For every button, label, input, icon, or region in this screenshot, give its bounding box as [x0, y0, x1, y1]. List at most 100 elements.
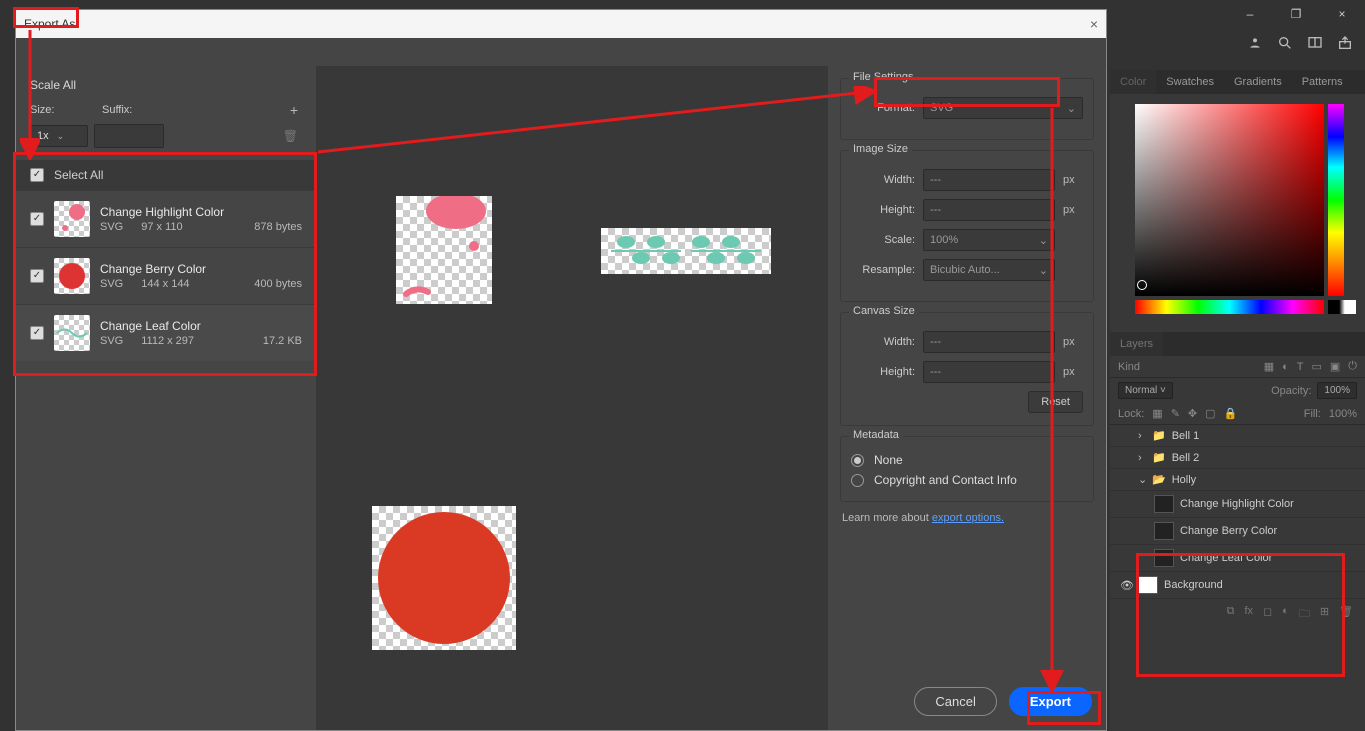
filter-type-icon[interactable]: T [1297, 361, 1304, 373]
format-select[interactable]: SVG⌄ [923, 97, 1083, 119]
new-layer-icon[interactable]: ⊞ [1320, 605, 1329, 624]
color-cursor [1137, 280, 1147, 290]
asset-thumb [54, 201, 90, 237]
export-left-pane: Scale All Size: Suffix: + 1x⌄ 🗑 Select A… [16, 66, 316, 730]
adjustment-icon[interactable]: ◐ [1282, 605, 1289, 624]
export-as-dialog: Export As × Scale All Size: Suffix: + 1x… [16, 10, 1106, 730]
share-icon[interactable] [1337, 35, 1353, 51]
imgsize-height-input[interactable]: --- [923, 199, 1055, 221]
remove-scale-button[interactable]: 🗑 [279, 129, 302, 143]
tab-gradients[interactable]: Gradients [1224, 70, 1292, 94]
asset-row[interactable]: Change Berry Color SVG144 x 144400 bytes [16, 247, 316, 304]
imgsize-width-input[interactable]: --- [923, 169, 1055, 191]
layer-row[interactable]: ›📁Bell 1 [1110, 425, 1365, 447]
tab-patterns[interactable]: Patterns [1292, 70, 1353, 94]
color-panel [1110, 94, 1365, 326]
layer-row[interactable]: Change Berry Color [1110, 518, 1365, 545]
asset-row[interactable]: Change Highlight Color SVG97 x 110878 by… [16, 190, 316, 247]
tab-swatches[interactable]: Swatches [1156, 70, 1224, 94]
export-button[interactable]: Export [1009, 687, 1092, 716]
cancel-button[interactable]: Cancel [914, 687, 996, 716]
asset-checkbox[interactable] [30, 269, 44, 283]
imgsize-scale-select[interactable]: 100%⌄ [923, 229, 1055, 251]
layer-row[interactable]: ⌄📂Holly [1110, 469, 1365, 491]
select-all-checkbox[interactable] [30, 168, 44, 182]
filter-toggle-icon[interactable]: ⏻ [1348, 360, 1357, 373]
delete-layer-icon[interactable]: 🗑 [1339, 605, 1353, 624]
opacity-value[interactable]: 100% [1317, 382, 1357, 399]
color-field[interactable] [1135, 104, 1324, 296]
asset-checkbox[interactable] [30, 326, 44, 340]
filter-shape-icon[interactable]: ▭ [1311, 360, 1321, 373]
asset-name: Change Leaf Color [100, 319, 302, 333]
tab-layers[interactable]: Layers [1110, 332, 1163, 356]
suffix-input[interactable] [94, 124, 164, 148]
file-settings-heading: File Settings [849, 71, 918, 83]
layer-row[interactable]: 👁Background [1110, 572, 1365, 599]
window-minimize-button[interactable]: – [1237, 4, 1263, 24]
tab-color[interactable]: Color [1110, 70, 1156, 94]
metadata-contact-row[interactable]: Copyright and Contact Info [851, 473, 1083, 487]
export-options-link[interactable]: export options. [932, 512, 1004, 524]
fill-value[interactable]: 100% [1329, 408, 1357, 420]
unit-px: px [1063, 174, 1083, 186]
window-maximize-button[interactable]: ❐ [1283, 4, 1309, 24]
radio-contact[interactable] [851, 474, 864, 487]
imgsize-resample-select[interactable]: Bicubic Auto...⌄ [923, 259, 1055, 281]
search-icon[interactable] [1277, 35, 1293, 51]
layer-lock-row: Lock: ▦ ✎ ✥ ▢ 🔒 Fill: 100% [1110, 403, 1365, 425]
lock-artboard-icon[interactable]: ▢ [1205, 407, 1215, 420]
dialog-title: Export As [24, 17, 75, 31]
filter-adjust-icon[interactable]: ◐ [1282, 361, 1289, 373]
asset-name: Change Berry Color [100, 262, 302, 276]
layer-row[interactable]: Change Leaf Color [1110, 545, 1365, 572]
layers-filter-toolbar: Kind ▦ ◐ T ▭ ▣ ⏻ [1110, 356, 1365, 378]
lock-move-icon[interactable]: ✥ [1188, 407, 1197, 420]
blend-mode-select[interactable]: Normal ˅ [1118, 382, 1173, 399]
learn-more-row: Learn more about export options. [842, 512, 1092, 524]
workspace-icon[interactable] [1307, 35, 1323, 51]
radio-none[interactable] [851, 454, 864, 467]
reset-button[interactable]: Reset [1028, 391, 1083, 413]
dialog-titlebar: Export As × [16, 10, 1106, 38]
suffix-label: Suffix: [102, 104, 162, 116]
layer-row[interactable]: ›📁Bell 2 [1110, 447, 1365, 469]
lock-pixels-icon[interactable]: ▦ [1152, 407, 1162, 420]
layer-thumb-icon [1154, 549, 1174, 567]
layer-row[interactable]: Change Highlight Color [1110, 491, 1365, 518]
hue-slider[interactable] [1328, 104, 1344, 296]
dialog-close-button[interactable]: × [1090, 16, 1098, 32]
asset-row[interactable]: Change Leaf Color SVG1112 x 29717.2 KB [16, 304, 316, 361]
link-layers-icon[interactable]: ⧉ [1227, 605, 1235, 624]
filter-pixel-icon[interactable]: ▦ [1264, 360, 1274, 373]
dialog-footer: Cancel Export [914, 687, 1092, 716]
select-all-row[interactable]: Select All [16, 160, 316, 190]
metadata-none-row[interactable]: None [851, 453, 1083, 467]
fill-label: Fill: [1304, 408, 1321, 420]
imgsize-resample-label: Resample: [851, 264, 915, 276]
bw-strip[interactable] [1328, 300, 1356, 314]
export-right-pane: File Settings Format: SVG⌄ Image Size Wi… [828, 66, 1106, 730]
lock-brush-icon[interactable]: ✎ [1171, 407, 1180, 420]
asset-checkbox[interactable] [30, 212, 44, 226]
spectrum-strip[interactable] [1135, 300, 1324, 314]
export-preview-pane [316, 66, 828, 730]
imgsize-height-label: Height: [851, 204, 915, 216]
window-close-button[interactable]: × [1329, 4, 1355, 24]
canvas-width-input[interactable]: --- [923, 331, 1055, 353]
asset-thumb [54, 258, 90, 294]
canvas-height-input[interactable]: --- [923, 361, 1055, 383]
add-scale-button[interactable]: + [286, 102, 302, 118]
size-select[interactable]: 1x⌄ [30, 125, 88, 147]
fx-icon[interactable]: fx [1244, 605, 1253, 624]
lock-all-icon[interactable]: 🔒 [1224, 407, 1238, 420]
preview-highlight [396, 196, 492, 304]
filter-smart-icon[interactable]: ▣ [1330, 360, 1340, 373]
layers-panel: Layers Kind ▦ ◐ T ▭ ▣ ⏻ Normal ˅ Opacity… [1110, 332, 1365, 630]
mask-icon[interactable]: ◻ [1263, 605, 1272, 624]
layer-thumb-icon [1154, 495, 1174, 513]
group-icon[interactable]: 🗀 [1299, 605, 1310, 624]
unit-px: px [1063, 336, 1083, 348]
cloud-user-icon[interactable] [1247, 35, 1263, 51]
file-settings-group: File Settings Format: SVG⌄ [840, 78, 1094, 140]
